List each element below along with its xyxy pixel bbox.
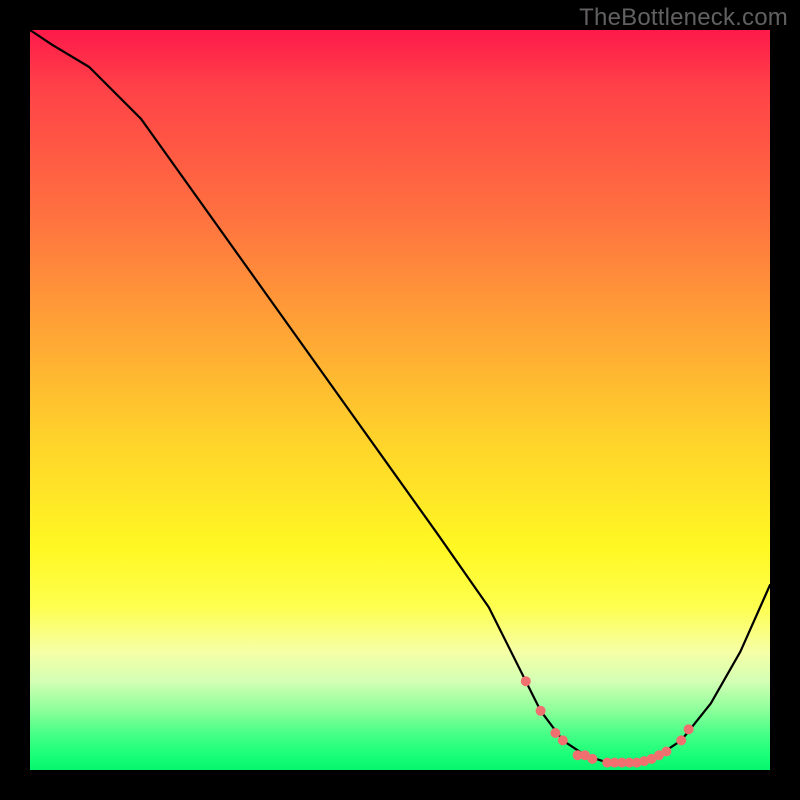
chart-container: TheBottleneck.com — [0, 0, 800, 800]
curve-line — [30, 30, 770, 763]
highlight-markers — [521, 676, 694, 767]
watermark-text: TheBottleneck.com — [579, 4, 788, 32]
chart-svg — [30, 30, 770, 770]
plot-area — [30, 30, 770, 770]
